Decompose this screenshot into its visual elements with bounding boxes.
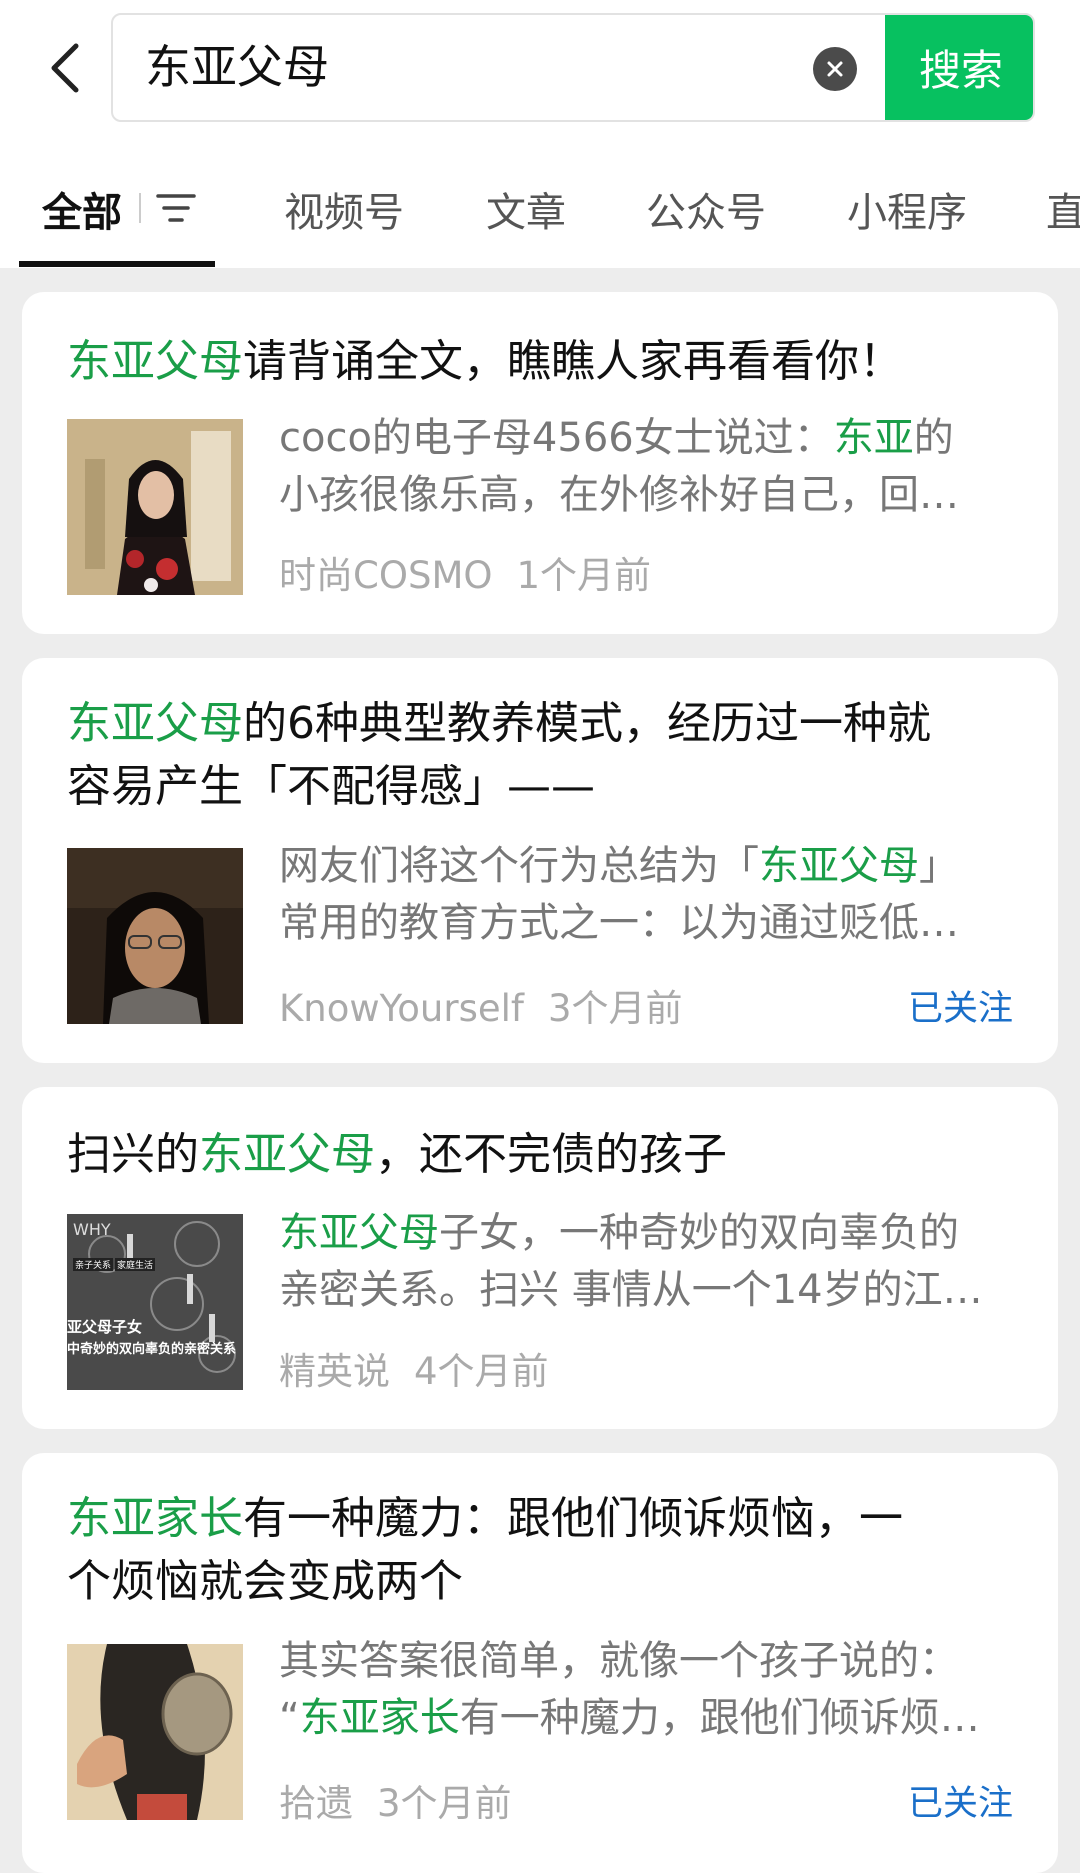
- search-input[interactable]: 东亚父母: [145, 15, 785, 120]
- result-snippet: 网友们将这个行为总结为「东亚父母」 常用的教育方式之一：以为通过贬低…: [279, 843, 959, 946]
- publish-time: 1个月前: [516, 554, 652, 597]
- result-meta: 时尚COSMO 1个月前: [279, 545, 651, 599]
- publish-time: 3个月前: [377, 1782, 512, 1825]
- source-name[interactable]: 时尚COSMO: [279, 554, 493, 597]
- title-highlight: 东亚父母: [67, 336, 243, 387]
- result-thumbnail: [67, 1644, 243, 1820]
- source-name[interactable]: 精英说: [279, 1350, 390, 1393]
- result-thumbnail: [67, 848, 243, 1024]
- title-highlight: 东亚父母: [67, 698, 243, 749]
- source-name[interactable]: 拾遗: [279, 1782, 353, 1825]
- active-tab-indicator: [19, 261, 215, 267]
- result-title[interactable]: 东亚家长有一种魔力：跟他们倾诉烦恼，一 个烦恼就会变成两个: [67, 1487, 1027, 1613]
- result-card-3[interactable]: 扫兴的东亚父母，还不完债的孩子 WHY 亲子关系 家庭生活 亚父母子女 中奇妙的…: [22, 1087, 1058, 1429]
- tab-articles[interactable]: 文章: [486, 180, 566, 238]
- tab-all[interactable]: 全部: [42, 180, 122, 238]
- back-arrow-icon: [51, 43, 79, 93]
- tab-live[interactable]: 直: [1046, 180, 1080, 238]
- result-meta: 精英说 4个月前: [279, 1341, 549, 1395]
- result-card-1[interactable]: 东亚父母请背诵全文，瞧瞧人家再看看你！ coco的电子母4566女士说过：东亚的…: [22, 292, 1058, 634]
- title-text: 请背诵全文，瞧瞧人家再看看你！: [243, 336, 903, 387]
- result-title[interactable]: 扫兴的东亚父母，还不完债的孩子: [67, 1123, 1027, 1186]
- publish-time: 4个月前: [414, 1350, 549, 1393]
- followed-badge[interactable]: 已关注: [908, 980, 1013, 1031]
- result-meta: KnowYourself 3个月前: [279, 978, 683, 1032]
- result-snippet: 东亚父母子女，一种奇妙的双向辜负的 亲密关系。扫兴 事情从一个14岁的江…: [279, 1210, 983, 1313]
- source-name[interactable]: KnowYourself: [279, 987, 524, 1030]
- followed-badge[interactable]: 已关注: [908, 1775, 1013, 1826]
- result-card-4[interactable]: 东亚家长有一种魔力：跟他们倾诉烦恼，一 个烦恼就会变成两个 其实答案很简单，就像…: [22, 1453, 1058, 1873]
- clear-button[interactable]: [813, 47, 857, 91]
- filter-icon[interactable]: [156, 190, 196, 226]
- result-card-2[interactable]: 东亚父母的6种典型教养模式，经历过一种就 容易产生「不配得感」—— 网友们将这个…: [22, 658, 1058, 1063]
- result-snippet: 其实答案很简单，就像一个孩子说的： “东亚家长有一种魔力，跟他们倾诉烦…: [279, 1638, 980, 1741]
- result-title[interactable]: 东亚父母的6种典型教养模式，经历过一种就 容易产生「不配得感」——: [67, 692, 1027, 818]
- tab-official-accounts[interactable]: 公众号: [646, 180, 766, 238]
- clear-icon: [827, 61, 843, 77]
- result-title[interactable]: 东亚父母请背诵全文，瞧瞧人家再看看你！: [67, 330, 1027, 393]
- top-bar: 东亚父母 搜索 全部 视频号 文章 公众号 小程序 直: [0, 0, 1080, 268]
- result-thumbnail: WHY 亲子关系 家庭生活 亚父母子女 中奇妙的双向辜负的亲密关系: [67, 1214, 243, 1390]
- tab-channels[interactable]: 视频号: [284, 180, 404, 238]
- search-button[interactable]: 搜索: [885, 15, 1033, 120]
- tab-bar: 全部 视频号 文章 公众号 小程序 直: [0, 160, 1080, 268]
- title-highlight: 东亚家长: [67, 1493, 243, 1544]
- search-box: 东亚父母 搜索: [111, 13, 1035, 122]
- result-meta: 拾遗 3个月前: [279, 1773, 512, 1827]
- publish-time: 3个月前: [547, 987, 683, 1030]
- result-thumbnail: [67, 419, 243, 595]
- title-highlight: 东亚父母: [199, 1129, 375, 1180]
- back-button[interactable]: [36, 34, 92, 102]
- result-snippet: coco的电子母4566女士说过：东亚的 小孩很像乐高，在外修补好自己，回…: [279, 415, 959, 518]
- tab-divider: [139, 193, 141, 223]
- tab-mini-programs[interactable]: 小程序: [847, 180, 967, 238]
